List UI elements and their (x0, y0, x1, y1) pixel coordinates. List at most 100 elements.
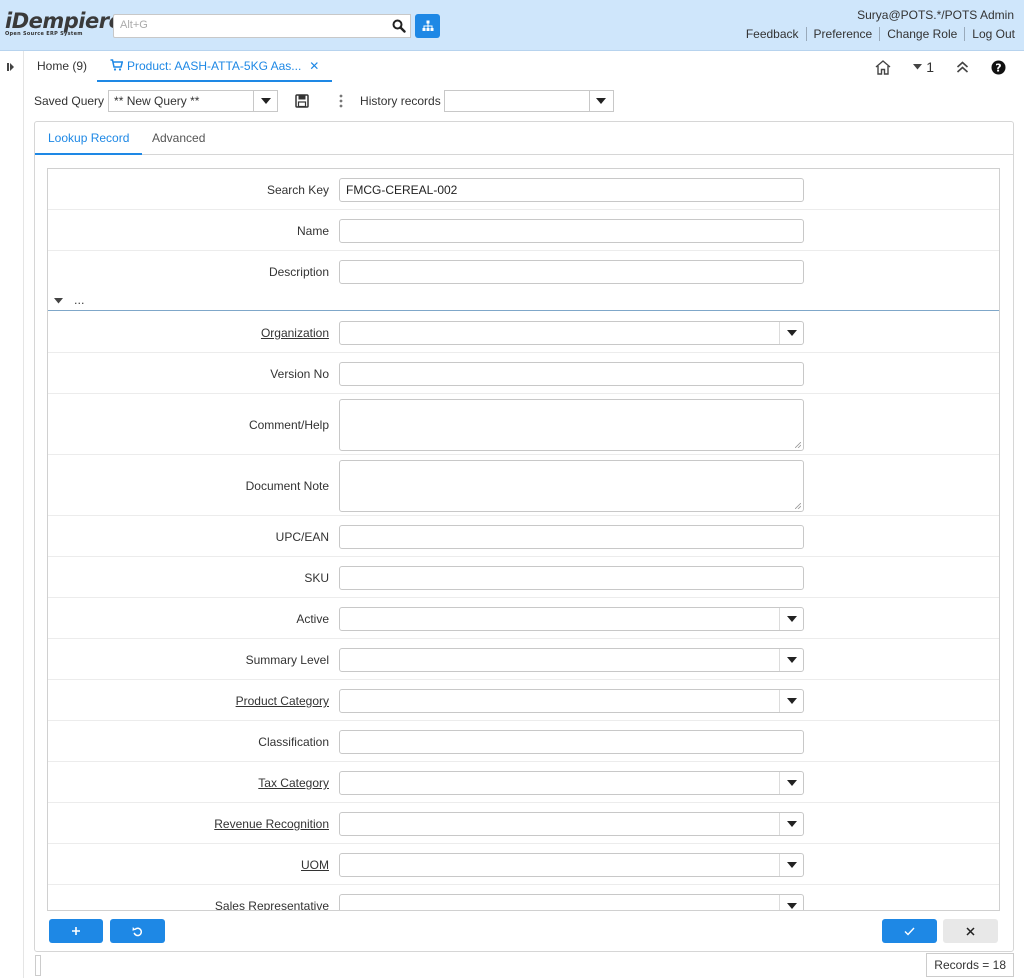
product-category-dropdown[interactable] (779, 690, 803, 712)
form-row: Tax Category (48, 762, 999, 803)
logo-text: iDempiere (5, 9, 123, 33)
save-icon[interactable] (295, 94, 309, 108)
plus-icon (72, 927, 80, 935)
organization-select[interactable] (339, 321, 804, 345)
form-row: Active (48, 598, 999, 639)
saved-query-dropdown[interactable] (253, 91, 277, 111)
history-records-dropdown[interactable] (588, 91, 613, 111)
search-key-label: Search Key (266, 183, 329, 197)
search-icon (392, 19, 406, 33)
window-tools: 1 ? (875, 59, 1006, 75)
sku-field[interactable] (339, 566, 804, 590)
home-icon[interactable] (875, 59, 891, 75)
form-row: Name (48, 210, 999, 251)
sales-rep-dropdown[interactable] (779, 895, 803, 910)
caret-down-icon (786, 616, 797, 622)
summary-level-select[interactable] (339, 648, 804, 672)
cart-icon (110, 59, 123, 71)
window-count[interactable]: 1 (913, 59, 934, 75)
tax-category-label[interactable]: Tax Category (258, 776, 329, 790)
more-options-icon[interactable] (339, 94, 343, 108)
sitemap-button[interactable] (415, 14, 440, 38)
uom-dropdown[interactable] (779, 854, 803, 876)
tab-home[interactable]: Home (9) (37, 59, 87, 73)
caret-down-icon (786, 330, 797, 336)
feedback-link[interactable]: Feedback (739, 27, 806, 41)
form-row: UOM (48, 844, 999, 885)
revenue-recognition-label[interactable]: Revenue Recognition (214, 817, 329, 831)
change-role-link[interactable]: Change Role (879, 27, 964, 41)
tab-advanced[interactable]: Advanced (152, 131, 205, 145)
sales-rep-select[interactable] (339, 894, 804, 910)
user-info: Surya@POTS.*/POTS Admin (857, 8, 1014, 22)
classification-field[interactable] (339, 730, 804, 754)
more-fields-text: ... (74, 294, 85, 307)
uom-select[interactable] (339, 853, 804, 877)
preference-link[interactable]: Preference (805, 27, 880, 41)
tax-category-dropdown[interactable] (779, 772, 803, 794)
form-row: Version No (48, 353, 999, 394)
active-dropdown[interactable] (779, 608, 803, 630)
svg-text:?: ? (995, 61, 1001, 74)
caret-down-icon (786, 657, 797, 663)
upc-ean-field[interactable] (339, 525, 804, 549)
form-row: Comment/Help (48, 394, 999, 455)
description-label: Description (268, 265, 329, 279)
product-category-label[interactable]: Product Category (236, 694, 329, 708)
sku-label: SKU (304, 571, 329, 585)
help-icon[interactable]: ? (991, 60, 1006, 75)
close-icon (966, 926, 975, 936)
document-note-textarea[interactable] (339, 460, 804, 512)
tab-product[interactable]: Product: AASH-ATTA-5KG Aas... ✕ (97, 52, 333, 82)
form-row: Revenue Recognition (48, 803, 999, 844)
search-button[interactable] (387, 14, 411, 38)
saved-query-label: Saved Query (34, 94, 105, 108)
uom-label[interactable]: UOM (301, 858, 329, 872)
reset-button[interactable] (110, 919, 165, 943)
west-panel-collapsed (0, 51, 24, 978)
comment-help-textarea[interactable] (339, 399, 804, 451)
form-row: Organization (48, 312, 999, 353)
revenue-recognition-dropdown[interactable] (779, 813, 803, 835)
product-category-select[interactable] (339, 689, 804, 713)
new-record-button[interactable] (49, 919, 103, 943)
idempiere-logo[interactable]: iDempiere Open Source ERP System (5, 9, 123, 40)
tab-product-label: Product: AASH-ATTA-5KG Aas... (127, 59, 302, 73)
more-fields-toggle[interactable]: ... (48, 293, 999, 311)
form-row: Summary Level (48, 639, 999, 680)
collapse-up-icon[interactable] (956, 61, 969, 73)
organization-label[interactable]: Organization (261, 326, 329, 340)
lookup-form: Search Key FMCG-CEREAL-002 Name Descript… (47, 168, 1000, 911)
ok-button[interactable] (882, 919, 937, 943)
active-select[interactable] (339, 607, 804, 631)
description-field[interactable] (339, 260, 804, 284)
caret-down-icon (260, 98, 271, 104)
revenue-recognition-select[interactable] (339, 812, 804, 836)
tab-lookup-record[interactable]: Lookup Record (34, 131, 143, 155)
caret-down-icon (786, 780, 797, 786)
form-row: Description (48, 251, 999, 293)
global-search-input[interactable]: Alt+G (113, 14, 388, 38)
tax-category-select[interactable] (339, 771, 804, 795)
document-note-label: Document Note (245, 479, 329, 493)
organization-dropdown[interactable] (779, 322, 803, 344)
expand-panel-icon[interactable] (6, 62, 16, 72)
version-no-field[interactable] (339, 362, 804, 386)
form-row: Sales Representative (48, 885, 999, 910)
summary-level-dropdown[interactable] (779, 649, 803, 671)
summary-level-label: Summary Level (245, 653, 329, 667)
check-icon (904, 927, 915, 936)
classification-label: Classification (258, 735, 329, 749)
cancel-button[interactable] (943, 919, 998, 943)
saved-query-select[interactable]: ** New Query ** (108, 90, 279, 112)
name-label: Name (296, 224, 329, 238)
history-records-select[interactable] (443, 90, 614, 112)
query-bar: Saved Query ** New Query ** History reco… (34, 90, 614, 112)
name-field[interactable] (339, 219, 804, 243)
tab-close-icon[interactable]: ✕ (309, 59, 319, 73)
find-tabs: Lookup Record Advanced (34, 122, 1013, 155)
search-key-field[interactable]: FMCG-CEREAL-002 (339, 178, 804, 202)
resize-handle-icon[interactable] (795, 503, 801, 509)
resize-handle-icon[interactable] (795, 442, 801, 448)
logout-link[interactable]: Log Out (964, 27, 1015, 41)
